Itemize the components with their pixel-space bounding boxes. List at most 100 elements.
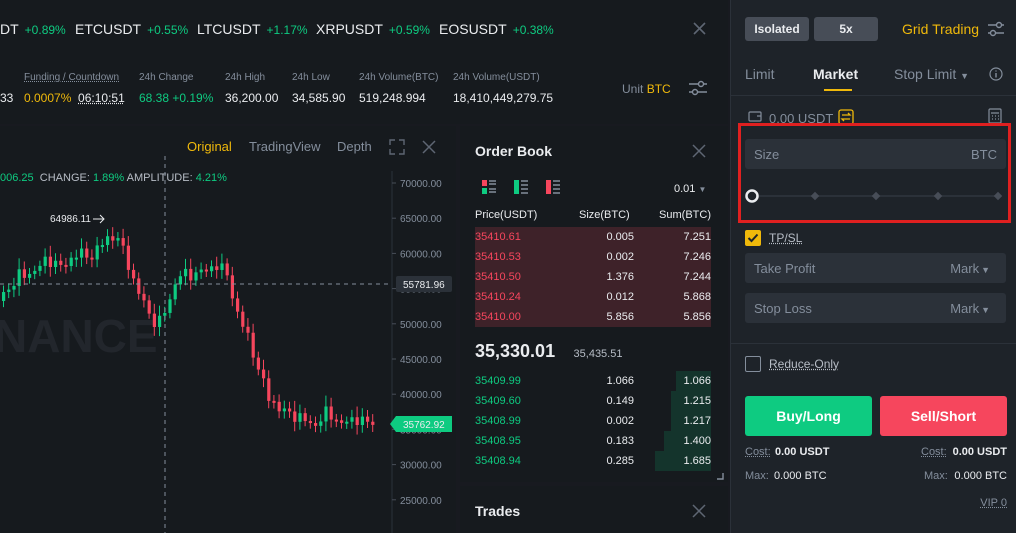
axis-tick-label: 45000.00 xyxy=(400,355,442,366)
candle-body xyxy=(200,270,203,273)
tab-limit[interactable]: Limit xyxy=(745,66,775,82)
precision-select[interactable]: 0.01 ▼ xyxy=(674,183,706,195)
candle-body xyxy=(101,245,104,247)
bid-row[interactable]: 35409.99 1.066 1.066 xyxy=(475,371,711,391)
funding-label[interactable]: Funding / Countdown xyxy=(24,72,125,83)
axis-tick-label: 50000.00 xyxy=(400,320,442,331)
vol-btc-label: 24h Volume(BTC) xyxy=(359,72,438,83)
reduce-only-label[interactable]: Reduce-Only xyxy=(769,357,839,371)
close-icon[interactable] xyxy=(692,144,706,158)
margin-mode-button[interactable]: Isolated xyxy=(745,17,809,41)
cost-buy-label[interactable]: Cost: xyxy=(745,446,771,458)
bid-row[interactable]: 35408.94 0.285 1.685 xyxy=(475,451,711,471)
candle-body xyxy=(340,420,343,423)
sell-short-button[interactable]: Sell/Short xyxy=(880,396,1007,436)
calculator-icon[interactable] xyxy=(988,108,1002,124)
take-profit-input[interactable]: Take Profit Mark ▼ xyxy=(745,253,1006,283)
axis-tick-label: 65000.00 xyxy=(400,214,442,225)
wallet-icon xyxy=(748,110,762,122)
bid-price: 35408.94 xyxy=(475,455,521,467)
candle-body xyxy=(23,269,26,278)
reduce-only-checkbox[interactable] xyxy=(745,356,761,372)
ask-size: 5.856 xyxy=(606,311,634,323)
check-icon xyxy=(745,230,761,246)
unit-selector[interactable]: Unit BTC xyxy=(622,82,671,96)
candle-body xyxy=(335,420,338,422)
divider xyxy=(731,343,1016,344)
close-icon[interactable] xyxy=(692,21,707,36)
candle-body xyxy=(116,238,119,241)
ask-row[interactable]: 35410.53 0.002 7.246 xyxy=(475,247,711,267)
ticker-symbol: LTCUSDT xyxy=(197,21,261,37)
candle-body xyxy=(350,417,353,421)
cost-sell-label[interactable]: Cost: xyxy=(921,446,947,458)
leverage-button[interactable]: 5x xyxy=(814,17,878,41)
size-slider[interactable] xyxy=(743,187,1008,205)
tab-market[interactable]: Market xyxy=(813,66,858,82)
stat-24h-high: 24h High 36,200.00 xyxy=(225,72,278,105)
stop-loss-trigger-select[interactable]: Mark ▼ xyxy=(950,301,990,316)
stop-loss-placeholder: Stop Loss xyxy=(754,301,812,316)
tpsl-label[interactable]: TP/SL xyxy=(769,231,802,245)
candle-body xyxy=(278,402,281,411)
take-profit-trigger-select[interactable]: Mark ▼ xyxy=(950,261,990,276)
axis-tick-label: 60000.00 xyxy=(400,249,442,260)
ask-size: 0.012 xyxy=(606,291,634,303)
grid-trading-link[interactable]: Grid Trading xyxy=(902,21,979,37)
candle-body xyxy=(59,261,62,265)
tpsl-checkbox[interactable] xyxy=(745,230,761,246)
info-icon[interactable] xyxy=(989,67,1003,81)
bid-row[interactable]: 35409.60 0.149 1.215 xyxy=(475,391,711,411)
ticker-item[interactable]: EOSUSDT +0.38% xyxy=(439,21,554,37)
candle-body xyxy=(262,370,265,379)
close-icon[interactable] xyxy=(692,504,706,518)
size-input[interactable]: Size BTC xyxy=(745,139,1006,169)
bid-row[interactable]: 35408.95 0.183 1.400 xyxy=(475,431,711,451)
ask-row[interactable]: 35410.61 0.005 7.251 xyxy=(475,227,711,247)
bid-row[interactable]: 35408.99 0.002 1.217 xyxy=(475,411,711,431)
buy-long-button[interactable]: Buy/Long xyxy=(745,396,872,436)
bid-size: 1.066 xyxy=(606,375,634,387)
active-tab-indicator xyxy=(824,89,852,91)
unit-label: Unit xyxy=(622,82,643,96)
candle-body xyxy=(231,275,234,298)
ticker-item[interactable]: DT +0.89% xyxy=(0,21,66,37)
candle-body xyxy=(96,245,99,259)
cost-buy-value: 0.00 USDT xyxy=(775,446,829,458)
col-size: Size(BTC) xyxy=(579,209,630,221)
vip-level[interactable]: VIP 0 xyxy=(980,497,1007,509)
view-asks-icon[interactable] xyxy=(545,179,561,195)
ticker-item[interactable]: XRPUSDT +0.59% xyxy=(316,21,430,37)
max-sell-value: 0.000 BTC xyxy=(954,470,1007,482)
ask-row[interactable]: 35410.50 1.376 7.244 xyxy=(475,267,711,287)
ask-row[interactable]: 35410.24 0.012 5.868 xyxy=(475,287,711,307)
caret-down-icon: ▼ xyxy=(960,71,969,81)
price-axis: 70000.0065000.0060000.0055000.0050000.00… xyxy=(392,179,442,507)
axis-tick-label: 70000.00 xyxy=(400,179,442,190)
slider-handle[interactable] xyxy=(747,191,758,202)
resize-handle-icon[interactable] xyxy=(716,472,724,480)
ticker-item[interactable]: ETCUSDT +0.55% xyxy=(75,21,188,37)
candle-body xyxy=(90,258,93,260)
last-trade-price: 35,330.01 xyxy=(475,341,555,361)
high-value: 36,200.00 xyxy=(225,91,278,105)
candle-body xyxy=(272,401,275,403)
max-buy-value: 0.000 BTC xyxy=(774,470,827,482)
stat-partial-value: 33 xyxy=(0,91,13,105)
stat-vol-btc: 24h Volume(BTC) 519,248.994 xyxy=(359,72,438,105)
price-chart[interactable]: Original TradingView Depth 006.25 CHANGE… xyxy=(0,126,456,533)
settings-sliders-icon[interactable] xyxy=(987,21,1005,37)
settings-sliders-icon[interactable] xyxy=(688,80,708,96)
candlestick-canvas[interactable]: NANCE 64986.11 70000.00 65000.00 60000.00 5… xyxy=(0,126,456,533)
view-bids-icon[interactable] xyxy=(513,179,529,195)
candle-body xyxy=(33,271,36,274)
candle-body xyxy=(44,257,47,266)
tab-stop-limit[interactable]: Stop Limit ▼ xyxy=(894,66,969,82)
candle-body xyxy=(205,270,208,272)
ask-row[interactable]: 35410.00 5.856 5.856 xyxy=(475,307,711,327)
ticker-item[interactable]: LTCUSDT +1.17% xyxy=(197,21,308,37)
view-both-icon[interactable] xyxy=(481,179,497,195)
max-buy-label: Max: xyxy=(745,470,769,482)
stop-loss-input[interactable]: Stop Loss Mark ▼ xyxy=(745,293,1006,323)
candle-body xyxy=(179,276,182,284)
